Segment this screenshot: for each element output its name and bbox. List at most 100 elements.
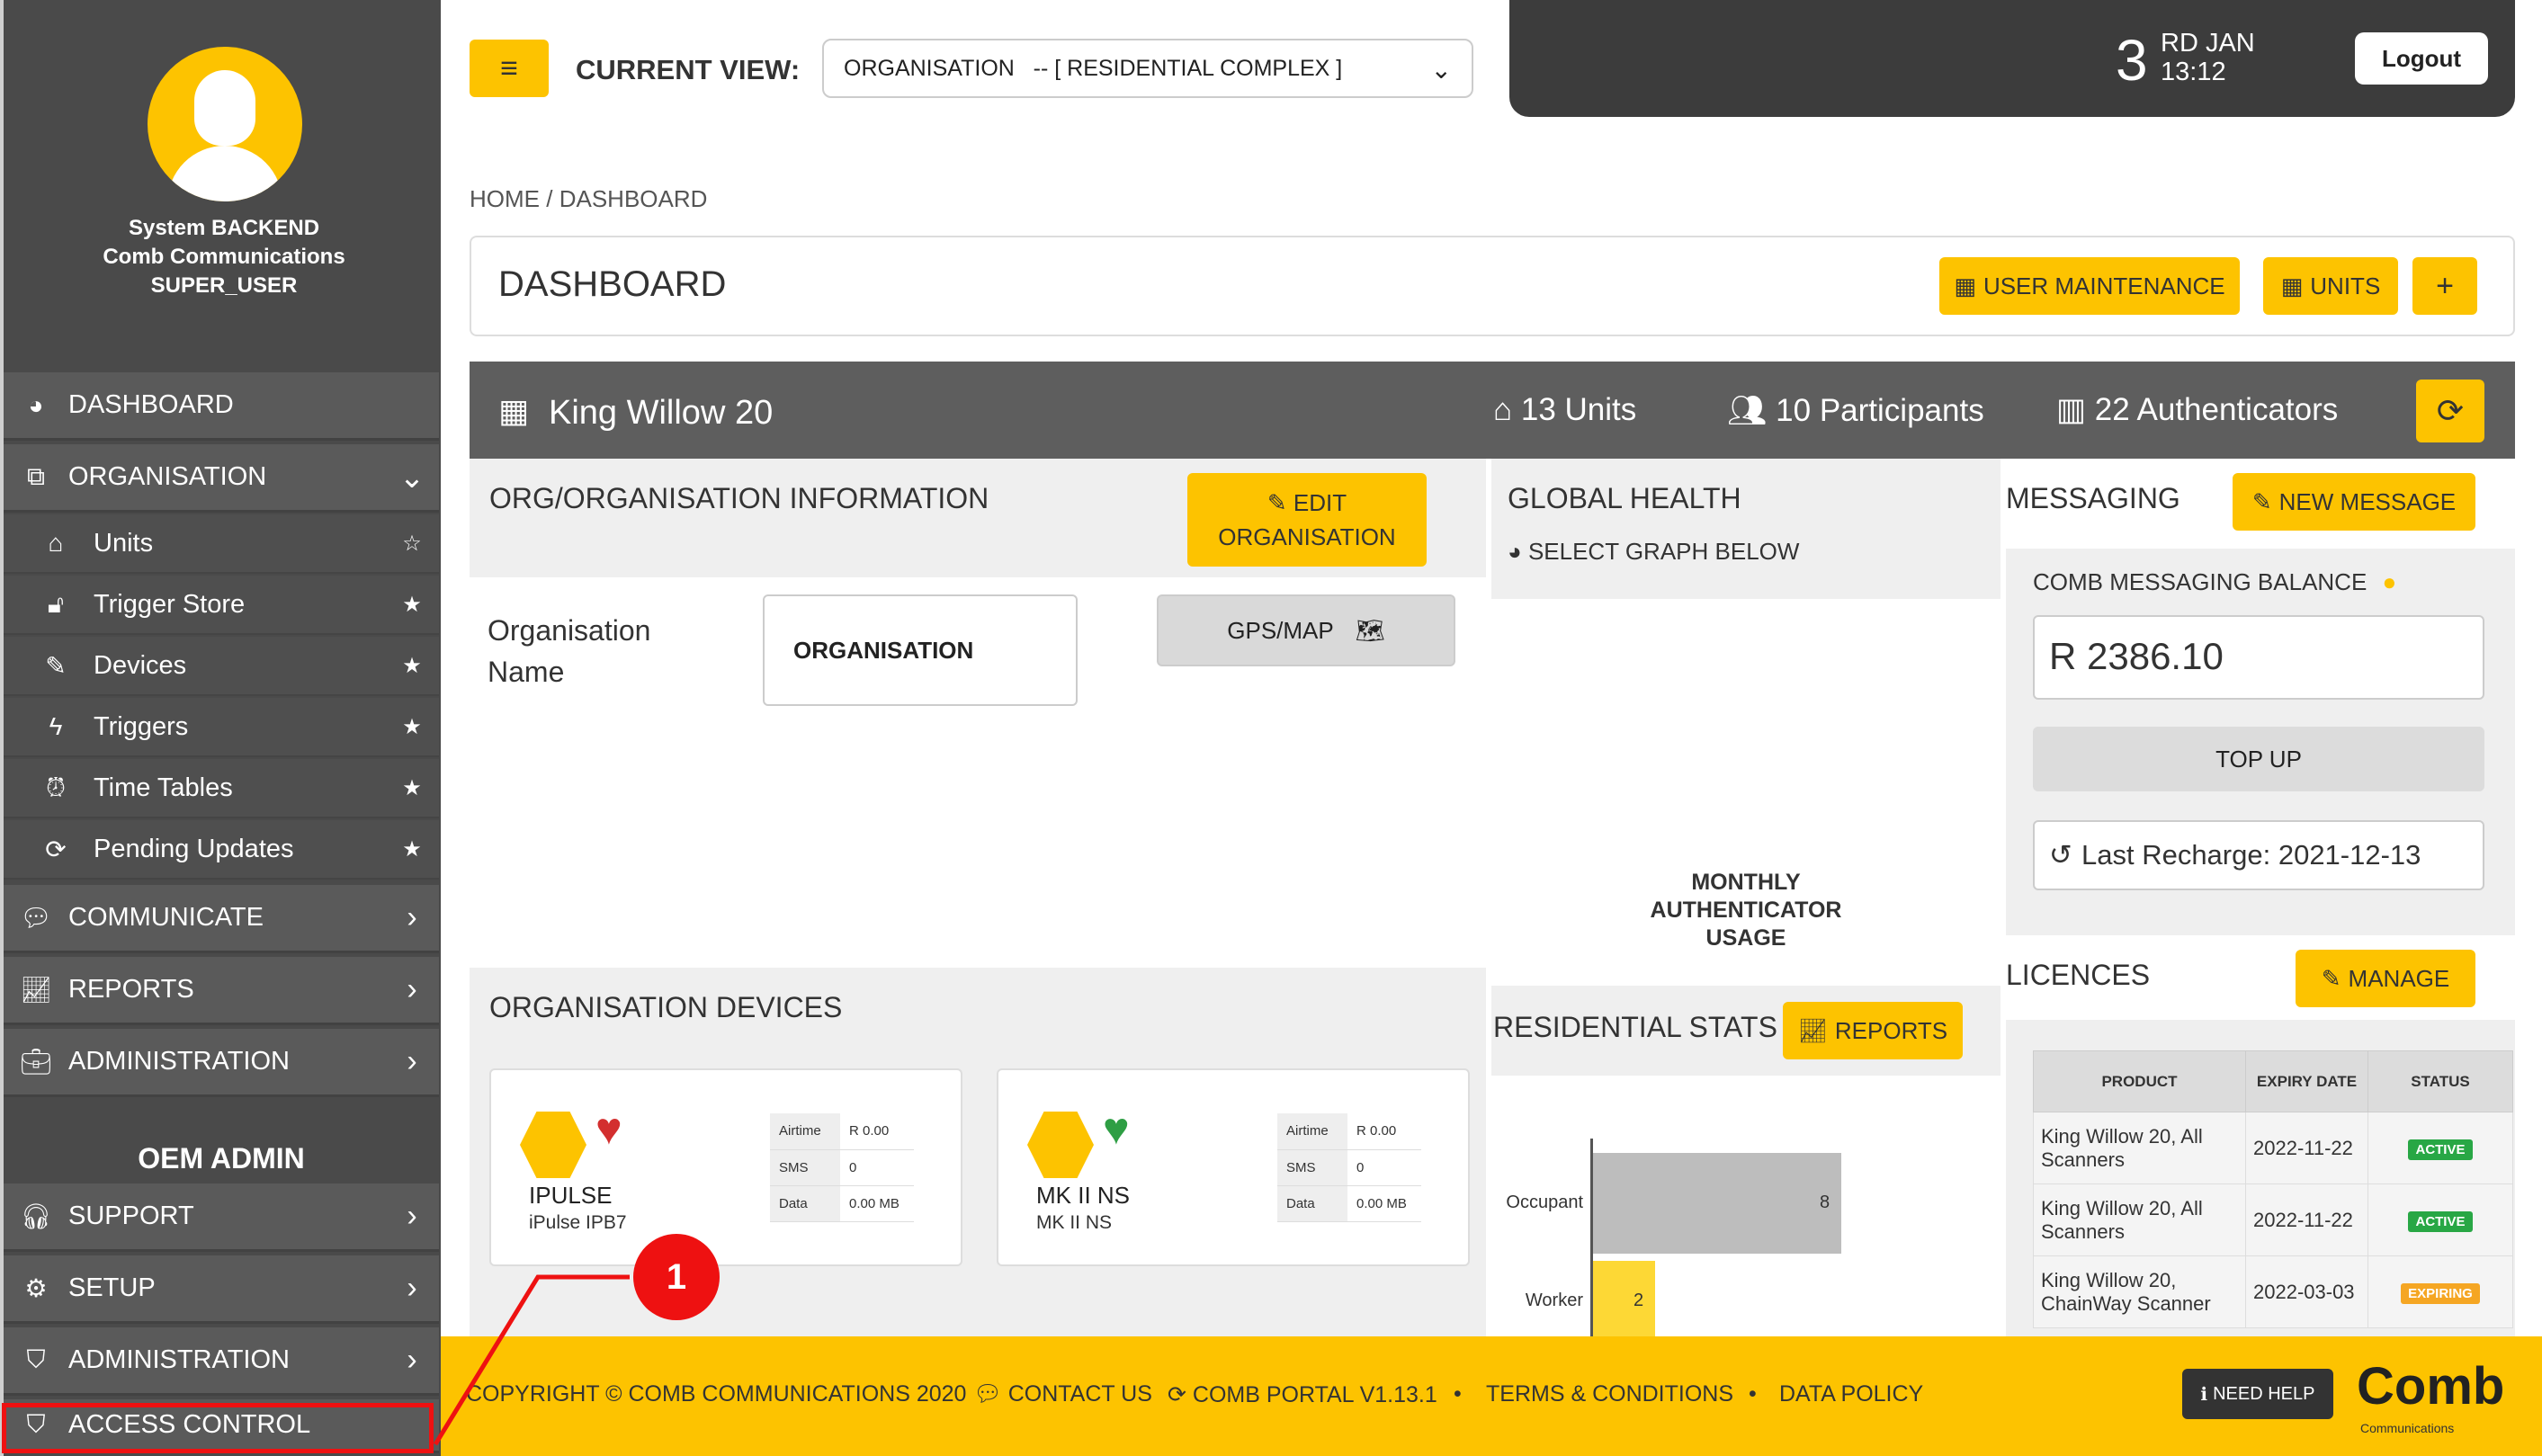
chart-category-label: Occupant <box>1506 1192 1583 1212</box>
sidebar-item-pending-updates[interactable]: ⟳ Pending Updates ★ <box>4 820 439 880</box>
home-icon: ⌂ <box>48 529 64 557</box>
last-recharge-text: Last Recharge: 2021-12-13 <box>2081 839 2421 871</box>
gps-map-button[interactable]: GPS/MAP 🗺︎ <box>1157 594 1455 666</box>
annotation-marker: 1 <box>633 1234 720 1320</box>
chevron-right-icon: › <box>407 972 417 1006</box>
breadcrumb-sep: / <box>546 185 553 212</box>
refresh-icon: ⟳ <box>1168 1382 1193 1407</box>
data-value: 0.00 MB <box>1347 1185 1421 1222</box>
user-name: System BACKEND <box>128 216 320 240</box>
sidebar-item-units[interactable]: ⌂ Units ☆ <box>4 514 439 574</box>
reports-button[interactable]: 📈︎ REPORTS <box>1783 1002 1963 1059</box>
organisation-name-field[interactable]: ORGANISATION <box>763 594 1078 706</box>
chart-title-line: USAGE <box>1705 925 1786 951</box>
star-icon[interactable]: ★ <box>385 653 439 679</box>
status-cell: ACTIVE <box>2367 1112 2513 1184</box>
nav-reports-label: REPORTS <box>68 975 194 1004</box>
headset-icon: 🎧︎ <box>20 1202 52 1230</box>
chevron-right-icon: › <box>407 1343 417 1377</box>
table-row[interactable]: King Willow 20, ChainWay Scanner 2022-03… <box>2033 1255 2513 1328</box>
nav-organisation[interactable]: ⧉ ORGANISATION ⌄ <box>4 444 439 513</box>
logout-button[interactable]: Logout <box>2355 32 2488 85</box>
star-outline-icon[interactable]: ☆ <box>385 531 439 557</box>
nav-oem-administration[interactable]: ⛉ ADMINISTRATION › <box>4 1327 439 1396</box>
nav-organisation-label: ORGANISATION <box>68 462 267 491</box>
contact-us-link[interactable]: 💬︎ CONTACT US <box>973 1381 1152 1407</box>
nav-reports[interactable]: 📈︎ REPORTS › <box>4 957 439 1025</box>
nav-support[interactable]: 🎧︎ SUPPORT › <box>4 1184 439 1252</box>
current-view-select[interactable]: ORGANISATION -- [ RESIDENTIAL COMPLEX ] … <box>822 39 1473 98</box>
data-policy-link[interactable]: DATA POLICY <box>1779 1381 1923 1407</box>
label-line-2: Name <box>488 656 565 688</box>
sidebar-item-time-tables[interactable]: ⏰︎ Time Tables ★ <box>4 759 439 818</box>
comment-icon: 💬︎ <box>973 1381 1008 1407</box>
table-row[interactable]: King Willow 20, All Scanners 2022-11-22 … <box>2033 1184 2513 1256</box>
edit-organisation-button[interactable]: ✎ EDIT ORGANISATION <box>1187 473 1427 567</box>
device-card[interactable]: ♥ MK II NS MK II NS Airtime R 0.00 SMS 0 D… <box>997 1068 1470 1266</box>
hamburger-icon: ≡ <box>500 50 518 85</box>
date-month-time: RD JAN 13:12 <box>2161 29 2255 86</box>
status-badge: EXPIRING <box>2401 1283 2480 1304</box>
heartbeat-icon: ♥ <box>1103 1103 1130 1154</box>
unlock-icon: 🔓︎ <box>47 589 65 618</box>
device-card[interactable]: ♥ IPULSE iPulse IPB7 Airtime R 0.00 SMS 0 … <box>489 1068 962 1266</box>
user-maintenance-label: USER MAINTENANCE <box>1983 272 2225 299</box>
status-cell: EXPIRING <box>2367 1255 2513 1328</box>
nav-communicate[interactable]: 💬︎ COMMUNICATE › <box>4 885 439 953</box>
pie-chart-icon: ◕ <box>1508 538 1528 565</box>
org-info-title: ORG/ORGANISATION INFORMATION <box>489 482 989 514</box>
sidebar-item-triggers[interactable]: ϟ Triggers ★ <box>4 698 439 757</box>
breadcrumb-home[interactable]: HOME <box>470 185 540 212</box>
date-month: RD JAN <box>2161 29 2255 58</box>
oem-admin-heading: OEM ADMIN <box>138 1142 305 1175</box>
sidebar: System BACKEND Comb Communications SUPER… <box>0 0 441 1456</box>
last-recharge: ↺ Last Recharge: 2021-12-13 <box>2033 820 2484 890</box>
star-icon[interactable]: ★ <box>385 836 439 862</box>
sidebar-item-devices[interactable]: ✎ Devices ★ <box>4 637 439 696</box>
chevron-right-icon: › <box>407 1044 417 1078</box>
chart-bar <box>1593 1261 1655 1342</box>
nav-administration-label: ADMINISTRATION <box>68 1047 290 1076</box>
page-title: DASHBOARD <box>498 264 727 304</box>
sidebar-item-trigger-store[interactable]: 🔓︎ Trigger Store ★ <box>4 576 439 635</box>
device-stats: Airtime R 0.00 SMS 0 Data 0.00 MB <box>1277 1113 1421 1222</box>
expiry-cell: 2022-03-03 <box>2245 1255 2368 1328</box>
sidebar-item-label: Units <box>94 528 154 558</box>
sidebar-item-label: Time Tables <box>94 773 233 802</box>
column-header: PRODUCT <box>2033 1050 2246 1112</box>
add-button[interactable]: + <box>2412 257 2477 315</box>
nav-dashboard[interactable]: ◕ DASHBOARD <box>4 372 439 441</box>
star-icon[interactable]: ★ <box>385 775 439 801</box>
balance-label-text: COMB MESSAGING BALANCE <box>2033 568 2367 595</box>
star-icon[interactable]: ★ <box>385 592 439 618</box>
sms-label: SMS <box>770 1149 840 1186</box>
menu-toggle-button[interactable]: ≡ <box>470 40 549 97</box>
nav-administration[interactable]: 💼︎ ADMINISTRATION › <box>4 1029 439 1097</box>
edit-icon: ✎ <box>1267 489 1293 516</box>
nav-oem-administration-label: ADMINISTRATION <box>68 1345 290 1374</box>
info-icon[interactable]: ● <box>2383 568 2397 595</box>
status-badge: ACTIVE <box>2408 1211 2473 1232</box>
top-up-button[interactable]: TOP UP <box>2033 727 2484 791</box>
comb-logo: Comb <box>2357 1357 2505 1416</box>
star-icon[interactable]: ★ <box>385 714 439 740</box>
manage-button[interactable]: ✎ MANAGE <box>2296 950 2475 1007</box>
monthly-usage-chart-title[interactable]: MONTHLY AUTHENTICATOR USAGE <box>1491 869 2000 952</box>
refresh-button[interactable]: ⟳ <box>2416 380 2484 442</box>
terms-link[interactable]: TERMS & CONDITIONS <box>1486 1381 1733 1407</box>
nav-setup[interactable]: ⚙ SETUP › <box>4 1255 439 1324</box>
units-label: UNITS <box>2310 272 2381 299</box>
need-help-button[interactable]: ℹ NEED HELP <box>2182 1369 2333 1419</box>
balance-value: R 2386.10 <box>2033 615 2484 700</box>
new-message-button[interactable]: ✎ NEW MESSAGE <box>2233 473 2475 531</box>
user-maintenance-button[interactable]: ▦ USER MAINTENANCE <box>1939 257 2240 315</box>
chart-category-label: Worker <box>1525 1291 1583 1310</box>
device-name: IPULSE <box>529 1182 613 1209</box>
sms-value: 0 <box>1347 1149 1421 1186</box>
portal-version: ⟳ COMB PORTAL V1.13.1 <box>1168 1381 1437 1408</box>
table-row[interactable]: King Willow 20, All Scanners 2022-11-22 … <box>2033 1112 2513 1184</box>
column-header: EXPIRY DATE <box>2245 1050 2368 1112</box>
gauge-icon: ◕ <box>28 390 44 419</box>
line-chart-icon: 📈︎ <box>20 976 52 1004</box>
units-button[interactable]: ▦ UNITS <box>2263 257 2398 315</box>
